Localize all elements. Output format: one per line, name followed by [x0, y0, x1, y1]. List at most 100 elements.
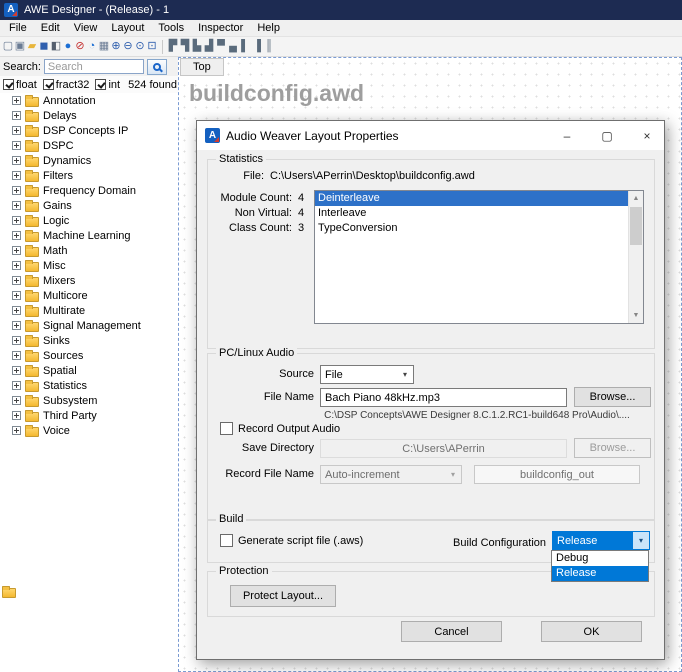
close-button[interactable]: × [630, 121, 664, 150]
palette-folder-item[interactable]: Frequency Domain [0, 183, 178, 198]
palette-folder-item[interactable]: Subsystem [0, 393, 178, 408]
expand-plus-icon[interactable] [12, 426, 21, 435]
expand-plus-icon[interactable] [12, 141, 21, 150]
menu-item[interactable]: Edit [34, 22, 67, 34]
align-bottom-icon[interactable]: ▄ [227, 39, 239, 55]
palette-folder-item[interactable]: Dynamics [0, 153, 178, 168]
palette-folder-item[interactable]: Annotation [0, 93, 178, 108]
protect-layout-button[interactable]: Protect Layout... [230, 585, 336, 607]
palette-folder-item[interactable]: Mixers [0, 273, 178, 288]
align-left-icon[interactable]: ▛ [167, 39, 179, 55]
minimize-button[interactable]: – [550, 121, 584, 150]
expand-plus-icon[interactable] [12, 276, 21, 285]
expand-plus-icon[interactable] [12, 216, 21, 225]
export-icon[interactable]: ◧ [50, 39, 62, 55]
zoom-in-icon[interactable]: ⊕ [110, 39, 122, 55]
filter-checkbox[interactable]: fract32 [43, 79, 90, 91]
expand-plus-icon[interactable] [12, 126, 21, 135]
palette-folder-item[interactable]: Delays [0, 108, 178, 123]
palette-folder-item[interactable]: Spatial [0, 363, 178, 378]
expand-plus-icon[interactable] [12, 246, 21, 255]
expand-plus-icon[interactable] [12, 351, 21, 360]
maximize-button[interactable]: ▢ [590, 121, 624, 150]
filter-checkbox[interactable]: float [3, 79, 37, 91]
dialog-titlebar[interactable]: A Audio Weaver Layout Properties – ▢ × [197, 121, 664, 150]
align-left-edge-icon[interactable]: ▌ [239, 39, 251, 55]
menu-item[interactable]: File [2, 22, 34, 34]
palette-folder-item[interactable]: Math [0, 243, 178, 258]
expand-plus-icon[interactable] [12, 381, 21, 390]
list-scrollbar[interactable]: ▲ ▼ [628, 191, 643, 323]
open-folder-icon[interactable]: ▰ [26, 39, 38, 55]
palette-folder-item[interactable]: Multicore [0, 288, 178, 303]
scroll-up-icon[interactable]: ▲ [629, 191, 643, 206]
record-output-checkbox[interactable]: Record Output Audio [220, 422, 340, 435]
expand-plus-icon[interactable] [12, 336, 21, 345]
dropdown-option[interactable]: Release [552, 566, 648, 581]
align-right-icon[interactable]: ▜ [179, 39, 191, 55]
zoom-fit-icon[interactable]: ⊡ [146, 39, 158, 55]
expand-plus-icon[interactable] [12, 231, 21, 240]
docked-folder-icon[interactable] [2, 588, 16, 598]
list-item[interactable]: TypeConversion [315, 221, 628, 236]
palette-folder-item[interactable]: Voice [0, 423, 178, 438]
expand-plus-icon[interactable] [12, 366, 21, 375]
zoom-out-icon[interactable]: ⊖ [122, 39, 134, 55]
palette-folder-item[interactable]: Logic [0, 213, 178, 228]
align-bottom-left-icon[interactable]: ▙ [191, 39, 203, 55]
palette-folder-item[interactable]: Sources [0, 348, 178, 363]
hardware-icon[interactable]: ▦ [98, 39, 110, 55]
expand-plus-icon[interactable] [12, 186, 21, 195]
menu-item[interactable]: Tools [151, 22, 191, 34]
generate-script-checkbox[interactable]: Generate script file (.aws) [220, 534, 363, 547]
new-layout-icon[interactable]: ▢ [2, 39, 14, 55]
file-name-input[interactable] [320, 388, 567, 407]
menu-item[interactable]: Inspector [191, 22, 250, 34]
palette-folder-item[interactable]: Signal Management [0, 318, 178, 333]
profile-icon[interactable]: ◔ [86, 39, 98, 55]
expand-plus-icon[interactable] [12, 306, 21, 315]
canvas-tab-top[interactable]: Top [180, 58, 224, 76]
palette-folder-item[interactable]: Filters [0, 168, 178, 183]
zoom-actual-icon[interactable]: ⊙ [134, 39, 146, 55]
list-item[interactable]: Deinterleave [315, 191, 628, 206]
cancel-button[interactable]: Cancel [401, 621, 502, 642]
expand-plus-icon[interactable] [12, 261, 21, 270]
search-input[interactable] [44, 59, 144, 74]
source-combobox[interactable]: File ▾ [320, 365, 414, 384]
distribute-icon[interactable]: ║ [263, 39, 275, 55]
palette-folder-item[interactable]: Sinks [0, 333, 178, 348]
palette-folder-item[interactable]: Statistics [0, 378, 178, 393]
expand-plus-icon[interactable] [12, 171, 21, 180]
scroll-down-icon[interactable]: ▼ [629, 308, 643, 323]
expand-plus-icon[interactable] [12, 291, 21, 300]
list-item[interactable]: Interleave [315, 206, 628, 221]
align-top-icon[interactable]: ▀ [215, 39, 227, 55]
scrollbar-thumb[interactable] [630, 207, 642, 245]
palette-folder-item[interactable]: Gains [0, 198, 178, 213]
expand-plus-icon[interactable] [12, 111, 21, 120]
save-icon[interactable]: ◼ [38, 39, 50, 55]
halt-icon[interactable]: ⊘ [74, 39, 86, 55]
expand-plus-icon[interactable] [12, 96, 21, 105]
align-bottom-right-icon[interactable]: ▟ [203, 39, 215, 55]
expand-plus-icon[interactable] [12, 321, 21, 330]
search-button[interactable] [147, 59, 167, 75]
align-right-edge-icon[interactable]: ▐ [251, 39, 263, 55]
palette-folder-item[interactable]: Machine Learning [0, 228, 178, 243]
palette-folder-item[interactable]: Third Party [0, 408, 178, 423]
expand-plus-icon[interactable] [12, 411, 21, 420]
browse-button[interactable]: Browse... [574, 387, 651, 407]
expand-plus-icon[interactable] [12, 396, 21, 405]
palette-folder-item[interactable]: Misc [0, 258, 178, 273]
menu-item[interactable]: View [67, 22, 105, 34]
build-configuration-combobox[interactable]: Release ▾ [552, 531, 650, 550]
dropdown-option[interactable]: Debug [552, 551, 648, 566]
menu-item[interactable]: Help [250, 22, 287, 34]
build-run-icon[interactable]: ● [62, 39, 74, 55]
expand-plus-icon[interactable] [12, 156, 21, 165]
palette-folder-item[interactable]: DSPC [0, 138, 178, 153]
expand-plus-icon[interactable] [12, 201, 21, 210]
menu-item[interactable]: Layout [104, 22, 151, 34]
window-icon[interactable]: ▣ [14, 39, 26, 55]
